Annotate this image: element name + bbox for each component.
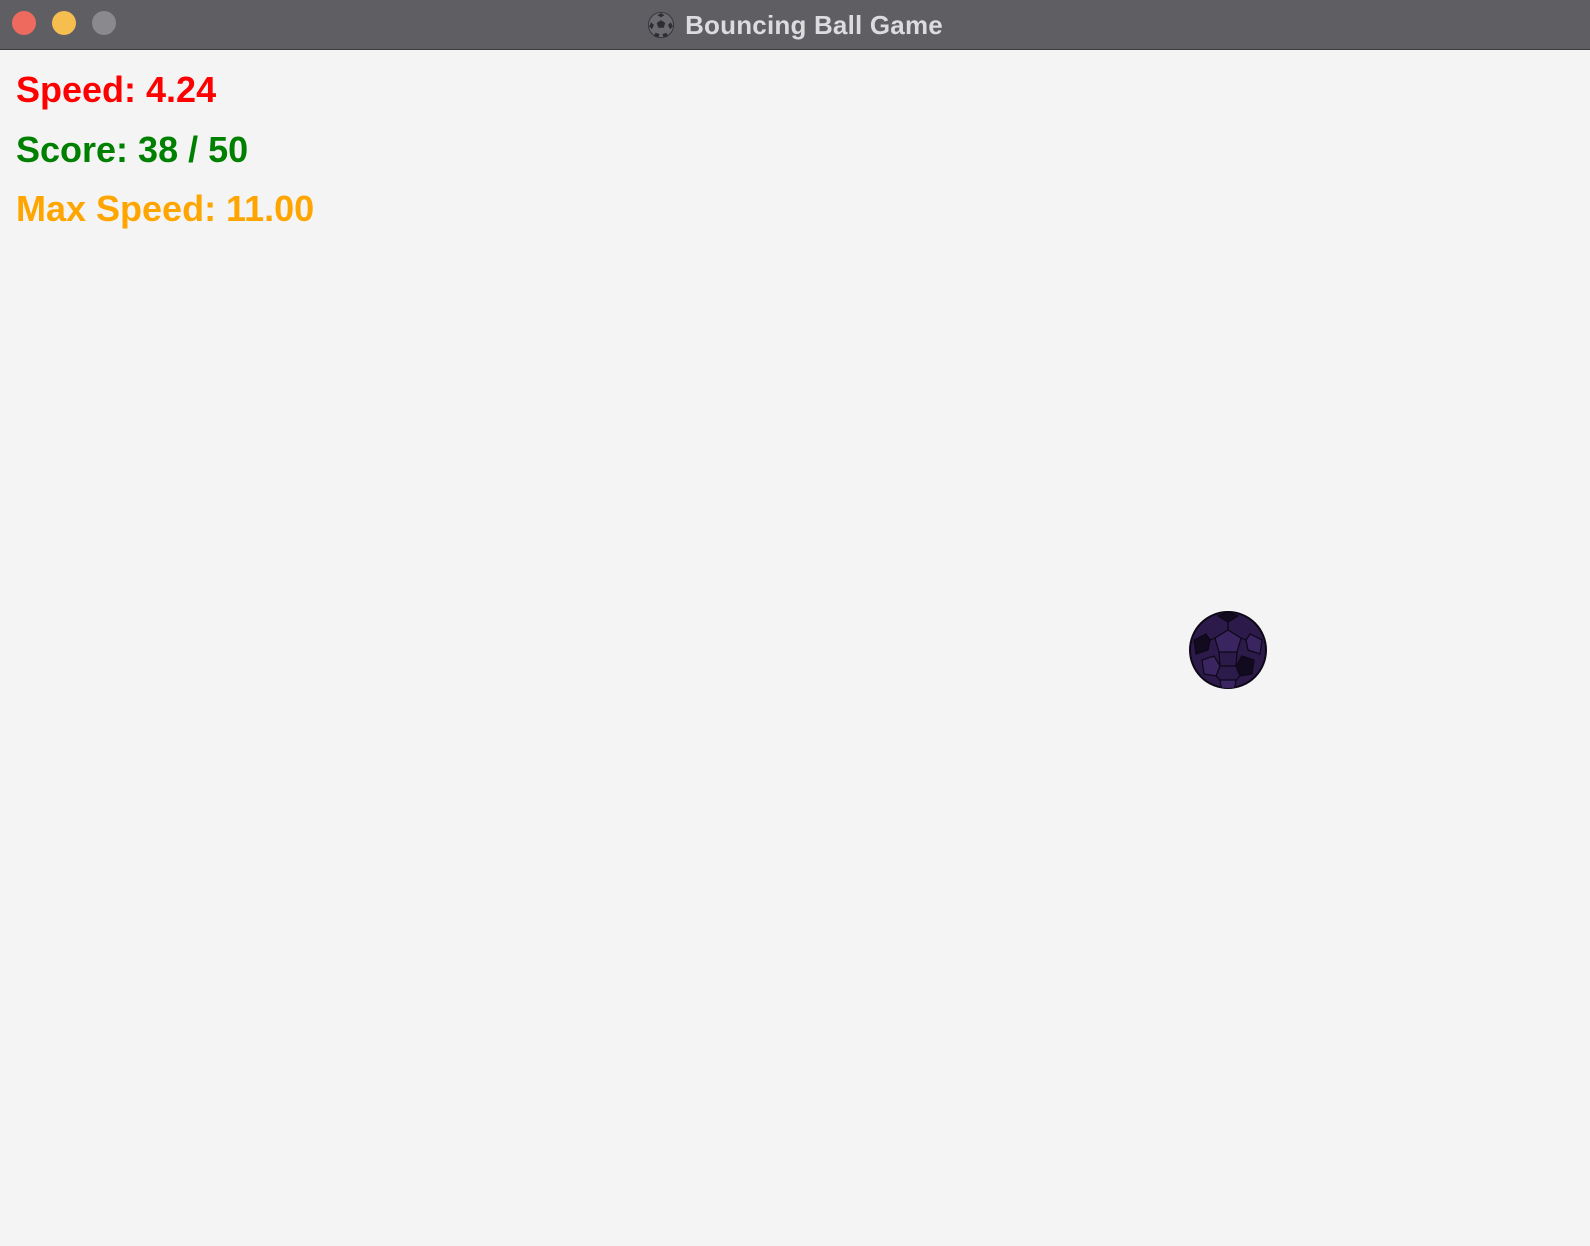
game-window: Bouncing Ball Game Speed: 4.24 Score: 38…: [0, 0, 1590, 1246]
soccer-ball-icon: [647, 11, 675, 39]
soccer-ball[interactable]: [1188, 610, 1268, 690]
window-title-group: Bouncing Ball Game: [0, 0, 1590, 50]
speed-label: Speed: 4.24: [16, 69, 217, 110]
game-canvas[interactable]: Speed: 4.24 Score: 38 / 50 Max Speed: 11…: [0, 50, 1590, 1246]
max-speed-label: Max Speed: 11.00: [16, 188, 315, 229]
title-bar[interactable]: Bouncing Ball Game: [0, 0, 1590, 50]
score-label: Score: 38 / 50: [16, 129, 249, 170]
window-title: Bouncing Ball Game: [685, 9, 943, 40]
